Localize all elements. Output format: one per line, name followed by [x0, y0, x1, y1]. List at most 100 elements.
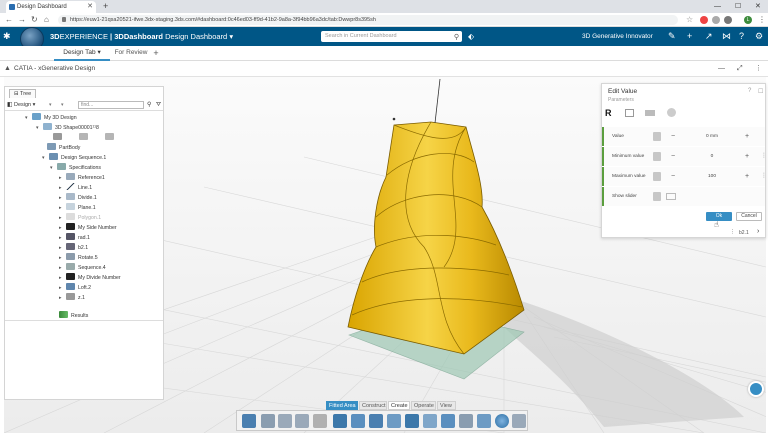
tree-item[interactable]: ▾ Design Sequence.1 — [42, 153, 106, 163]
settings-icon[interactable]: ⚙ — [755, 27, 763, 46]
minimize-widget-icon[interactable]: — — [718, 61, 725, 77]
collapse-icon[interactable]: ▾ — [49, 100, 52, 110]
tree-item[interactable]: ▸ Line.1 — [59, 183, 92, 193]
tab-fitted-area[interactable]: Fitted Area — [326, 401, 358, 410]
close-tab-icon[interactable]: ✕ — [87, 1, 93, 13]
pattern-tool-icon[interactable] — [441, 414, 455, 428]
revolve-tool-icon[interactable] — [369, 414, 383, 428]
decrement-button[interactable]: − — [671, 167, 675, 186]
browser-tab[interactable]: Design Dashboard ✕ — [6, 1, 96, 13]
value-input[interactable]: 0 mm — [684, 132, 740, 141]
tree-item[interactable]: ▾ My 3D Design — [25, 113, 77, 123]
home-icon[interactable]: ⌂ — [44, 13, 49, 27]
forward-icon[interactable]: → — [18, 13, 26, 27]
tab-design[interactable]: Design Tab ▾ — [54, 46, 110, 61]
tab-for-review[interactable]: For Review — [112, 46, 150, 61]
tab-view[interactable]: View — [437, 401, 456, 410]
maximum-value-input[interactable]: 100 — [684, 172, 740, 181]
tree-item[interactable]: ▸ Rotate.5 — [59, 253, 98, 263]
extension-icon-3[interactable] — [724, 16, 732, 24]
sweep-tool-icon[interactable] — [387, 414, 401, 428]
slider-icon[interactable] — [645, 110, 655, 116]
filter-icon[interactable]: ⛛ — [156, 100, 161, 110]
value-lock-icon[interactable] — [653, 132, 661, 141]
profile-avatar[interactable]: L — [744, 16, 752, 24]
increment-button[interactable]: + — [745, 127, 749, 146]
star-icon[interactable]: ☆ — [686, 13, 694, 24]
help-icon[interactable]: ? — [748, 88, 751, 94]
tree-dropdown[interactable]: Design ▾ — [14, 100, 35, 110]
measure-tool-icon[interactable] — [459, 414, 473, 428]
chat-icon[interactable] — [748, 381, 764, 397]
decrement-button[interactable]: − — [671, 127, 675, 146]
maximize-window-button[interactable]: ☐ — [735, 0, 741, 13]
expand-icon[interactable]: ▾ — [61, 100, 64, 110]
new-tab-button[interactable]: + — [103, 0, 108, 13]
loft-tool-icon[interactable] — [405, 414, 419, 428]
tab-construct[interactable]: Construct — [359, 401, 387, 410]
sketch-tool-icon[interactable] — [333, 414, 347, 428]
tree-item[interactable]: ▸ My Side Number — [59, 223, 117, 233]
tree-item[interactable]: ▸ Loft.2 — [59, 283, 91, 293]
tree-item[interactable]: ▸ Reference1 — [59, 173, 105, 183]
dashboard-search-input[interactable]: Search in Current Dashboard ⚲ — [321, 31, 462, 42]
decrement-button[interactable]: − — [671, 147, 675, 166]
tree-tab[interactable]: ⊟ Tree — [9, 89, 37, 98]
redo-icon[interactable] — [295, 414, 309, 428]
increment-button[interactable]: + — [745, 167, 749, 186]
maximum-lock-icon[interactable] — [653, 172, 661, 181]
tag-icon[interactable]: ⬖ — [468, 27, 474, 46]
tree-find-input[interactable]: find... — [78, 101, 144, 109]
tree-item[interactable] — [53, 133, 117, 143]
increment-button[interactable]: + — [745, 147, 749, 166]
address-bar[interactable]: https://euw1-21qsa20521-ifwe.3dx-staging… — [58, 15, 678, 25]
network-icon[interactable]: ⋈ — [722, 27, 731, 46]
tree-item[interactable]: PartBody — [47, 143, 80, 153]
more-options-icon[interactable]: ⋮ — [761, 147, 767, 166]
tree-item[interactable]: ▾ Specifications — [50, 163, 101, 173]
filter-view-icon[interactable]: ◧ — [7, 100, 13, 110]
widget-more-icon[interactable]: ⋮ — [755, 61, 762, 77]
dashboard-name[interactable]: Design Dashboard — [165, 32, 227, 41]
minimum-lock-icon[interactable] — [653, 152, 661, 161]
extrude-tool-icon[interactable] — [351, 414, 365, 428]
tree-item[interactable]: ▾ 3D Shape00001¹¹8 — [36, 123, 99, 133]
tree-item[interactable]: ▸ Divide.1 — [59, 193, 97, 203]
edit-icon[interactable]: ✎ — [668, 27, 676, 46]
section-tool-icon[interactable] — [477, 414, 491, 428]
tab-create[interactable]: Create — [388, 401, 410, 410]
tree-item[interactable]: ▸ My Divide Number — [59, 273, 121, 283]
close-window-button[interactable]: ✕ — [755, 0, 761, 13]
reload-icon[interactable]: ↻ — [31, 13, 38, 27]
share-icon[interactable]: ↗ — [705, 27, 713, 46]
tree-item[interactable]: ▸ b2.1 — [59, 243, 88, 253]
home-tool-icon[interactable] — [242, 414, 256, 428]
browser-menu-icon[interactable]: ⋮ — [758, 13, 766, 27]
fullscreen-icon[interactable]: ⤢ — [737, 61, 743, 77]
show-slider-checkbox[interactable] — [653, 192, 661, 201]
panel-menu-icon[interactable]: ☐ — [758, 88, 763, 95]
render-tool-icon[interactable] — [495, 414, 509, 428]
tree-item[interactable]: ▸ Polygon.1 — [59, 213, 101, 223]
chevron-down-icon[interactable]: ▾ — [97, 49, 100, 56]
tree-item[interactable]: ▸ Plane.1 — [59, 203, 96, 213]
tree-item[interactable]: ▸ z.1 — [59, 293, 85, 303]
tree-item[interactable]: ▸ Sequence.4 — [59, 263, 106, 273]
dial-icon[interactable] — [667, 108, 676, 117]
role-label[interactable]: 3D Generative Innovator — [582, 27, 653, 46]
search-icon[interactable]: ⚲ — [147, 100, 151, 110]
layout-icon[interactable] — [625, 109, 634, 117]
3ds-logo-icon[interactable]: ✱ — [3, 29, 17, 43]
feature-tool-icon[interactable] — [313, 414, 327, 428]
extension-icon[interactable] — [700, 16, 708, 24]
help-icon[interactable]: ? — [739, 27, 744, 46]
view-tool-icon[interactable] — [512, 414, 526, 428]
split-tool-icon[interactable] — [423, 414, 437, 428]
more-options-icon[interactable]: ⋮ — [761, 167, 767, 186]
chevron-down-icon[interactable]: ▾ — [229, 32, 233, 41]
range-icon[interactable]: R — [605, 108, 612, 118]
tab-operate[interactable]: Operate — [411, 401, 436, 410]
widget-menu-icon[interactable]: ▲ — [4, 61, 11, 77]
cancel-button[interactable]: Cancel — [736, 212, 762, 221]
ok-button[interactable]: Ok — [706, 212, 732, 221]
